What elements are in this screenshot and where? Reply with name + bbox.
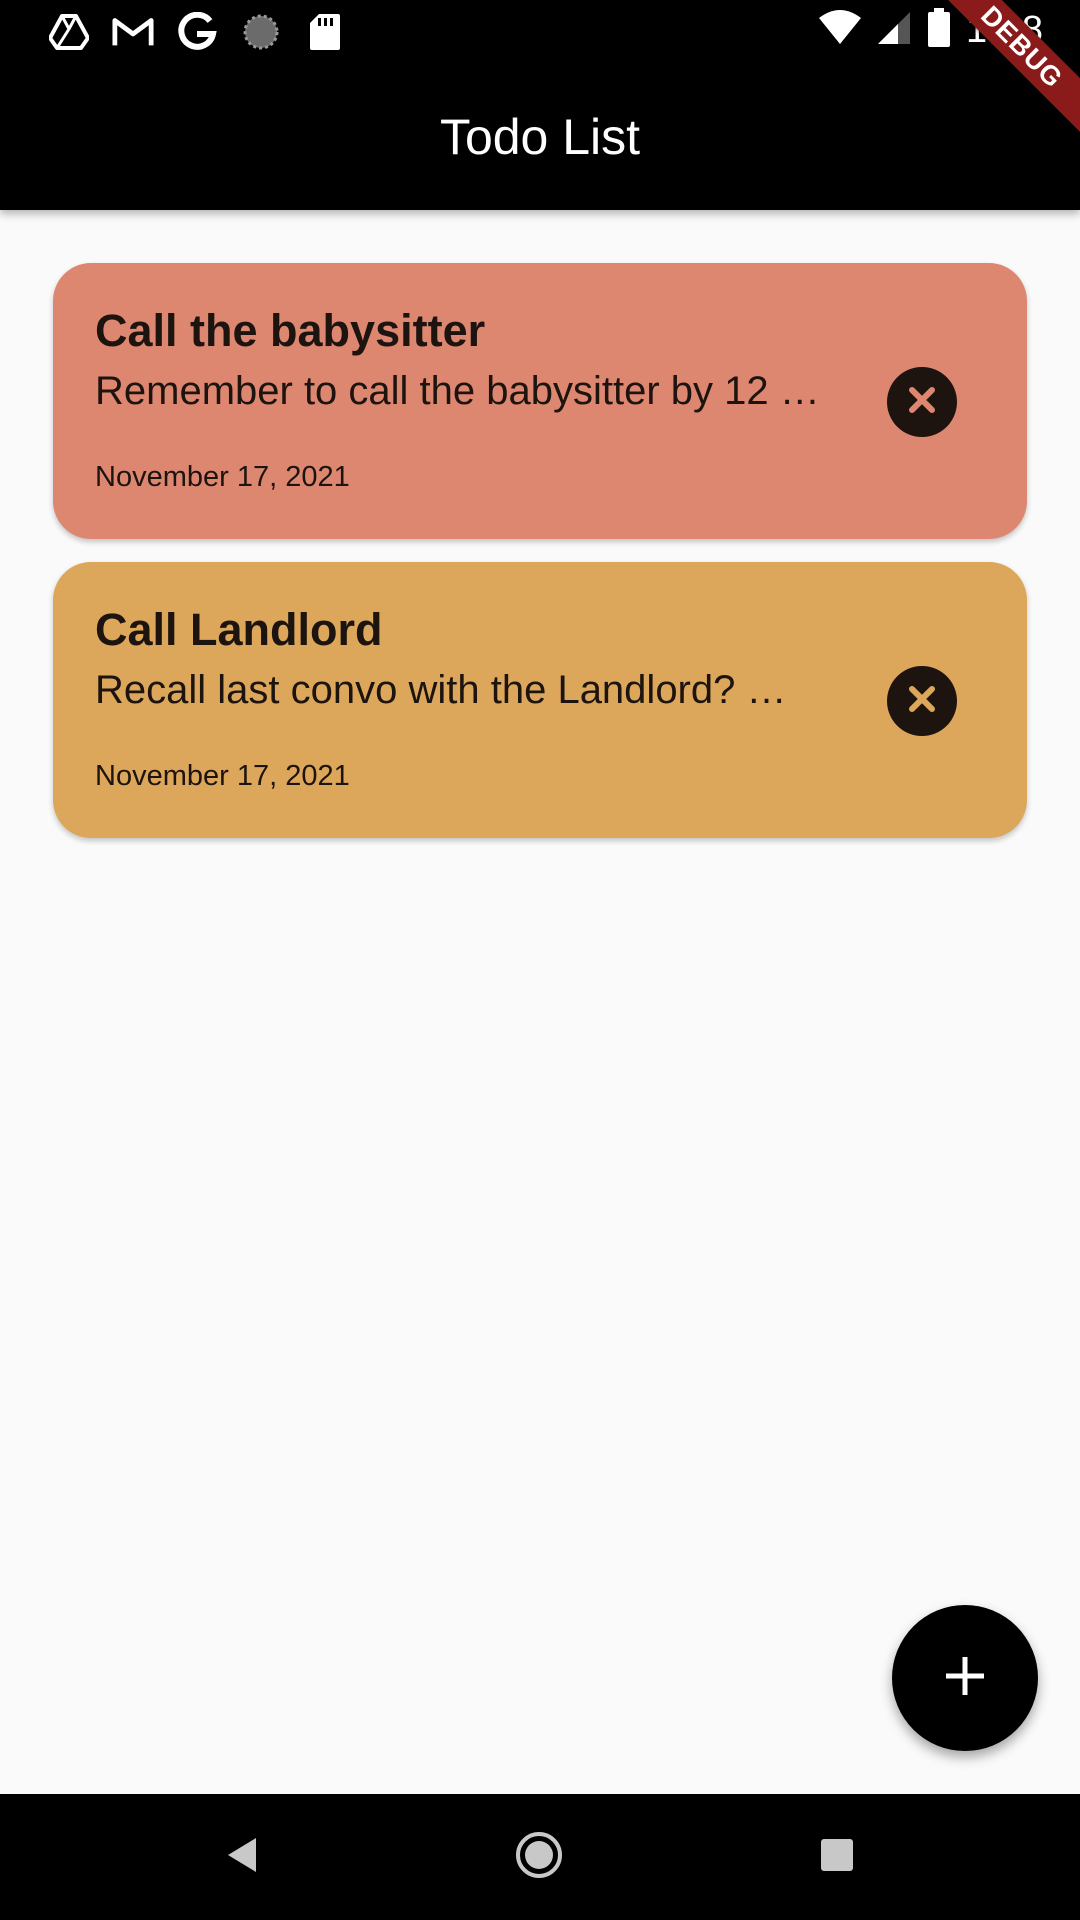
todo-card[interactable]: Call Landlord Recall last convo with the… xyxy=(53,562,1027,838)
todo-description: Remember to call the babysitter by 12 … xyxy=(95,369,820,413)
status-bar: 1:28 xyxy=(0,0,1080,63)
cell-signal-icon xyxy=(876,10,912,51)
close-icon xyxy=(904,681,940,722)
add-icon xyxy=(943,1654,987,1703)
google-icon xyxy=(176,12,218,52)
system-navigation-bar xyxy=(0,1794,1080,1920)
page-title: Todo List xyxy=(439,108,641,165)
todo-description: Recall last convo with the Landlord? … xyxy=(95,668,787,712)
todo-date: November 17, 2021 xyxy=(95,461,350,493)
drive-icon xyxy=(48,12,90,52)
home-icon xyxy=(514,1830,564,1885)
battery-icon xyxy=(926,8,952,53)
delete-todo-button[interactable] xyxy=(887,367,957,437)
status-notification-icons xyxy=(48,12,346,52)
gmail-icon xyxy=(112,12,154,52)
wifi-icon xyxy=(818,10,862,51)
nav-home-button[interactable] xyxy=(479,1794,599,1920)
todo-title: Call Landlord xyxy=(95,604,383,655)
close-icon xyxy=(904,382,940,423)
back-icon xyxy=(224,1835,260,1880)
app-bar: Todo List xyxy=(0,63,1080,210)
delete-todo-button[interactable] xyxy=(887,666,957,736)
sd-card-icon xyxy=(304,12,346,52)
todo-title: Call the babysitter xyxy=(95,305,486,356)
sync-icon xyxy=(240,12,282,52)
recents-icon xyxy=(819,1837,855,1878)
nav-back-button[interactable] xyxy=(182,1794,302,1920)
nav-recents-button[interactable] xyxy=(777,1794,897,1920)
todo-card[interactable]: Call the babysitter Remember to call the… xyxy=(53,263,1027,539)
todo-date: November 17, 2021 xyxy=(95,760,350,792)
todo-list: Call the babysitter Remember to call the… xyxy=(53,263,1027,861)
add-todo-button[interactable] xyxy=(892,1605,1038,1751)
